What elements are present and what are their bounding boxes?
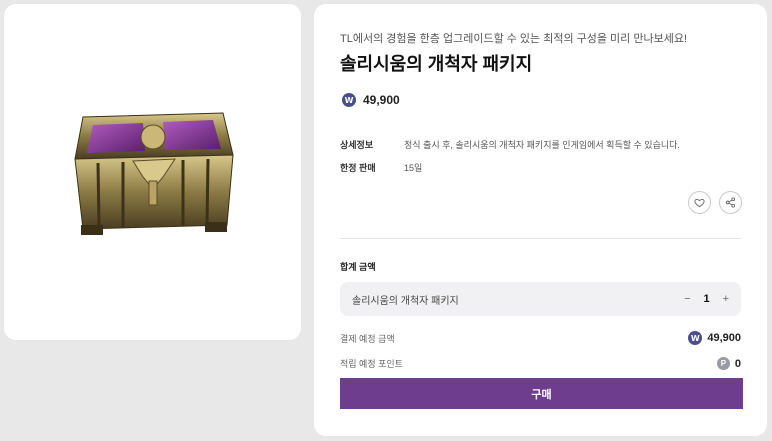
p-coin-icon: P — [716, 357, 730, 370]
product-title: 솔리시움의 개척자 패키지 — [340, 54, 533, 74]
quantity-stepper: − 1 + — [684, 293, 729, 305]
points-value: 0 — [734, 357, 741, 370]
detail-info-value: 정식 출시 후, 솔리시움의 개척자 패키지를 인게임에서 획득할 수 있습니다… — [404, 140, 680, 150]
quantity-decrease-button[interactable]: − — [684, 293, 690, 305]
detail-info-row: 상세정보 정식 출시 후, 솔리시움의 개척자 패키지를 인게임에서 획득할 수… — [340, 138, 680, 151]
detail-info-label: 상세정보 — [340, 140, 374, 150]
limited-sale-row: 한정 판매 15일 — [340, 161, 422, 174]
limited-sale-label: 한정 판매 — [340, 163, 376, 173]
selected-item-name: 솔리시움의 개척자 패키지 — [352, 295, 459, 307]
w-coin-icon: W — [688, 331, 703, 345]
selected-item-box: 솔리시움의 개척자 패키지 − 1 + — [340, 282, 741, 316]
product-image-card — [4, 4, 301, 340]
payment-amount: W 49,900 — [688, 331, 741, 345]
points-label: 적립 예정 포인트 — [340, 359, 403, 369]
share-icon — [725, 197, 736, 208]
product-price: 49,900 — [363, 93, 400, 107]
payment-row: 결제 예정 금액 W 49,900 — [340, 331, 741, 345]
points-amount: P 0 — [716, 357, 741, 370]
product-subtitle: TL에서의 경험을 한층 업그레이드할 수 있는 최적의 구성을 미리 만나보세… — [340, 33, 687, 45]
share-button[interactable] — [719, 191, 742, 214]
buy-button[interactable]: 구매 — [340, 378, 743, 409]
w-coin-icon: W — [342, 93, 356, 107]
payment-value: 49,900 — [707, 332, 741, 344]
favorite-button[interactable] — [688, 191, 711, 214]
quantity-increase-button[interactable]: + — [723, 293, 729, 305]
heart-icon — [694, 198, 705, 208]
section-divider — [340, 238, 741, 239]
payment-label: 결제 예정 금액 — [340, 333, 395, 344]
total-amount-label: 합계 금액 — [340, 262, 376, 272]
price-row: W 49,900 — [342, 93, 400, 107]
quantity-value: 1 — [703, 293, 710, 305]
product-detail-panel: TL에서의 경험을 한층 업그레이드할 수 있는 최적의 구성을 미리 만나보세… — [314, 4, 767, 436]
limited-sale-value: 15일 — [404, 163, 423, 173]
points-row: 적립 예정 포인트 P 0 — [340, 357, 741, 370]
treasure-chest-image — [73, 112, 234, 235]
